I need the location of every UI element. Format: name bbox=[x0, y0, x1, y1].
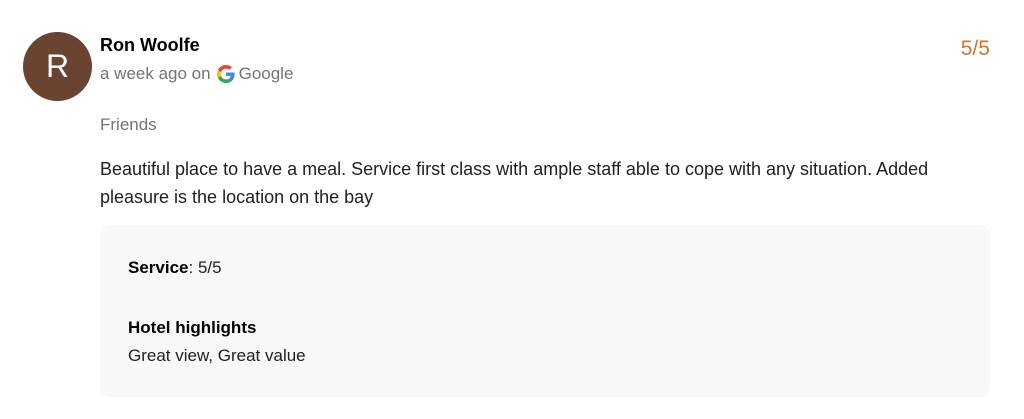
author-name[interactable]: Ron Woolfe bbox=[100, 34, 200, 56]
service-label: Service bbox=[128, 258, 189, 277]
service-value: : 5/5 bbox=[188, 258, 222, 277]
avatar[interactable]: R bbox=[23, 32, 92, 101]
service-rating: Service: 5/5 bbox=[128, 257, 222, 279]
hotel-highlights-value: Great view, Great value bbox=[128, 346, 306, 365]
trip-type: Friends bbox=[100, 115, 157, 134]
review-card: R Ron Woolfe a week ago on Google 5/5 Fr… bbox=[0, 0, 1024, 419]
review-details-panel: Service: 5/5 Hotel highlights Great view… bbox=[100, 225, 990, 397]
review-time: a week ago on bbox=[100, 64, 211, 83]
review-meta: a week ago on Google bbox=[100, 63, 293, 85]
hotel-highlights-label: Hotel highlights bbox=[128, 318, 257, 337]
review-text: Beautiful place to have a meal. Service … bbox=[100, 159, 929, 207]
avatar-initial: R bbox=[45, 48, 70, 84]
review-score: 5/5 bbox=[960, 37, 990, 60]
review-source: Google bbox=[238, 64, 294, 83]
google-g-icon bbox=[216, 65, 235, 83]
